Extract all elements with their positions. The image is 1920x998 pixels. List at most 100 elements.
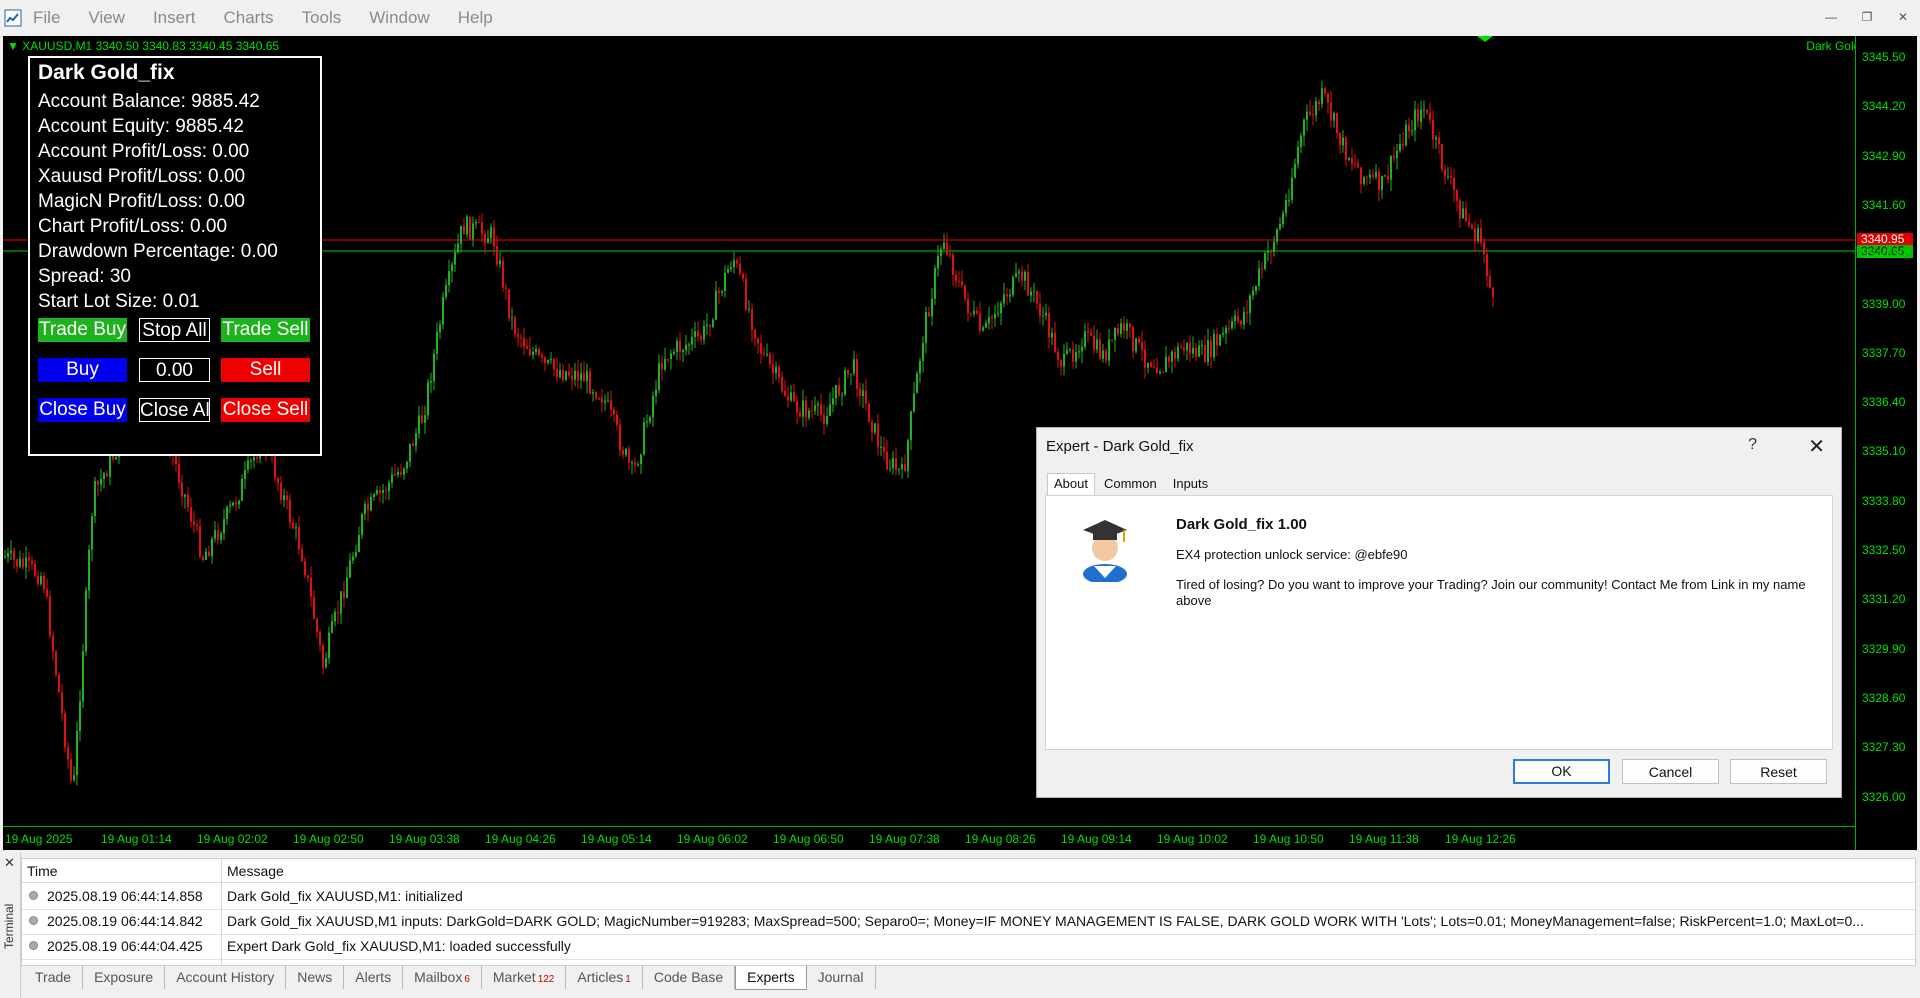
- menu-insert[interactable]: Insert: [153, 8, 196, 28]
- close-icon[interactable]: ✕: [1808, 434, 1825, 459]
- price-axis[interactable]: 3340.95 3340.65 3345.50 3344.20 3342.90 334…: [1855, 36, 1917, 850]
- candle-body: [1372, 174, 1374, 177]
- reset-button[interactable]: Reset: [1730, 759, 1827, 784]
- column-time[interactable]: Time: [22, 859, 222, 883]
- ea-panel: Dark Gold_fix Account Balance: 9885.42 A…: [28, 56, 322, 456]
- candle-body: [856, 359, 858, 389]
- buy-button[interactable]: Buy: [38, 358, 127, 382]
- close-all-button[interactable]: Close All: [139, 398, 210, 422]
- candle-body: [1309, 111, 1311, 115]
- tab-inputs[interactable]: Inputs: [1166, 473, 1215, 495]
- candle-body: [760, 343, 762, 354]
- candle-body: [514, 317, 516, 335]
- candle-body: [1009, 294, 1011, 297]
- tab-badge: 122: [537, 974, 555, 985]
- candle-body: [1039, 303, 1041, 317]
- candle-body: [214, 530, 216, 539]
- tab-news[interactable]: News: [286, 966, 345, 989]
- candle-body: [286, 495, 288, 500]
- trade-buy-button[interactable]: Trade Buy: [38, 318, 127, 342]
- close-sell-button[interactable]: Close Sell: [221, 398, 310, 422]
- tab-account-history[interactable]: Account History: [165, 966, 287, 989]
- table-row[interactable]: 2025.08.19 06:44:14.842 Dark Gold_fix XA…: [22, 909, 1915, 935]
- chart-shift-marker[interactable]: [1477, 36, 1493, 42]
- candle-body: [1171, 351, 1173, 362]
- price-tick-label: 3337.70: [1862, 345, 1906, 360]
- candle-body: [1375, 171, 1377, 177]
- candle-body: [1357, 163, 1359, 168]
- candle-body: [844, 369, 846, 395]
- menu-file[interactable]: File: [33, 8, 60, 28]
- candle-body: [427, 382, 429, 416]
- candle-body: [625, 449, 627, 456]
- close-icon[interactable]: ✕: [1894, 8, 1912, 26]
- tab-market[interactable]: Market 122: [482, 966, 567, 989]
- menu-help[interactable]: Help: [458, 8, 493, 28]
- tab-code-base[interactable]: Code Base: [643, 966, 736, 989]
- table-row[interactable]: 2025.08.19 06:44:04.425 Expert Dark Gold…: [22, 934, 1915, 960]
- expert-advisor-icon: [1083, 520, 1127, 582]
- candle-body: [1261, 268, 1263, 270]
- tab-label: Code Base: [653, 969, 724, 985]
- trade-sell-button[interactable]: Trade Sell: [221, 318, 310, 342]
- close-buy-button[interactable]: Close Buy: [38, 398, 127, 422]
- candle-body: [526, 346, 528, 349]
- tab-alerts[interactable]: Alerts: [344, 966, 404, 989]
- tab-articles[interactable]: Articles 1: [566, 966, 643, 989]
- time-tick-label: 19 Aug 07:38: [869, 832, 940, 846]
- menu-view[interactable]: View: [88, 8, 125, 28]
- candle-body: [1102, 350, 1104, 359]
- price-tick-label: 3335.10: [1862, 444, 1906, 459]
- tab-trade[interactable]: Trade: [24, 966, 84, 989]
- candle-body: [889, 468, 891, 470]
- candle-body: [463, 225, 465, 235]
- candle-body: [1003, 294, 1005, 304]
- ok-button[interactable]: OK: [1513, 759, 1610, 784]
- minimize-icon[interactable]: —: [1822, 8, 1840, 26]
- price-tick-label: 3336.40: [1862, 395, 1906, 410]
- restore-icon[interactable]: ❐: [1858, 8, 1876, 26]
- tab-mailbox[interactable]: Mailbox 6: [403, 966, 482, 989]
- candle-body: [640, 454, 642, 465]
- table-row[interactable]: 2025.08.19 06:44:14.858 Dark Gold_fix XA…: [22, 884, 1915, 910]
- menu-window[interactable]: Window: [369, 8, 429, 28]
- candle-body: [784, 391, 786, 396]
- chart-menu-icon[interactable]: ▼: [7, 39, 22, 53]
- candle-body: [274, 455, 276, 479]
- tab-label: Trade: [35, 969, 72, 985]
- candle-body: [1030, 291, 1032, 296]
- stop-all-button[interactable]: Stop All: [139, 318, 210, 342]
- candle-body: [727, 269, 729, 273]
- candle-body: [1399, 143, 1401, 151]
- tab-experts[interactable]: Experts: [735, 966, 807, 990]
- candle-body: [757, 338, 759, 344]
- time-axis[interactable]: 19 Aug 2025 19 Aug 01:14 19 Aug 02:02 19 Au…: [3, 826, 1855, 851]
- row-message: Dark Gold_fix XAUUSD,M1 inputs: DarkGold…: [227, 913, 1864, 929]
- cancel-button[interactable]: Cancel: [1622, 759, 1719, 784]
- candle-body: [769, 353, 771, 365]
- tab-common[interactable]: Common: [1097, 473, 1164, 495]
- tab-journal[interactable]: Journal: [807, 966, 876, 989]
- candle-body: [1285, 200, 1287, 214]
- close-icon[interactable]: ✕: [4, 855, 15, 871]
- candle-body: [37, 575, 39, 585]
- candle-body: [1291, 177, 1293, 200]
- lot-input[interactable]: 0.00: [139, 358, 210, 382]
- tab-exposure[interactable]: Exposure: [83, 966, 166, 989]
- candle-body: [712, 319, 714, 327]
- candle-body: [373, 494, 375, 497]
- candle-body: [1333, 113, 1335, 121]
- sell-button[interactable]: Sell: [221, 358, 310, 382]
- candle-body: [358, 534, 360, 553]
- candle-body: [886, 451, 888, 470]
- help-icon[interactable]: ?: [1748, 436, 1757, 454]
- column-message[interactable]: Message: [222, 859, 1915, 883]
- candle-body: [688, 344, 690, 346]
- menu-charts[interactable]: Charts: [223, 8, 273, 28]
- candle-body: [1180, 346, 1182, 348]
- tab-about[interactable]: About: [1047, 473, 1095, 495]
- menu-tools[interactable]: Tools: [302, 8, 342, 28]
- candle-body: [1177, 346, 1179, 359]
- candle-body: [1300, 135, 1302, 148]
- candle-body: [763, 353, 765, 355]
